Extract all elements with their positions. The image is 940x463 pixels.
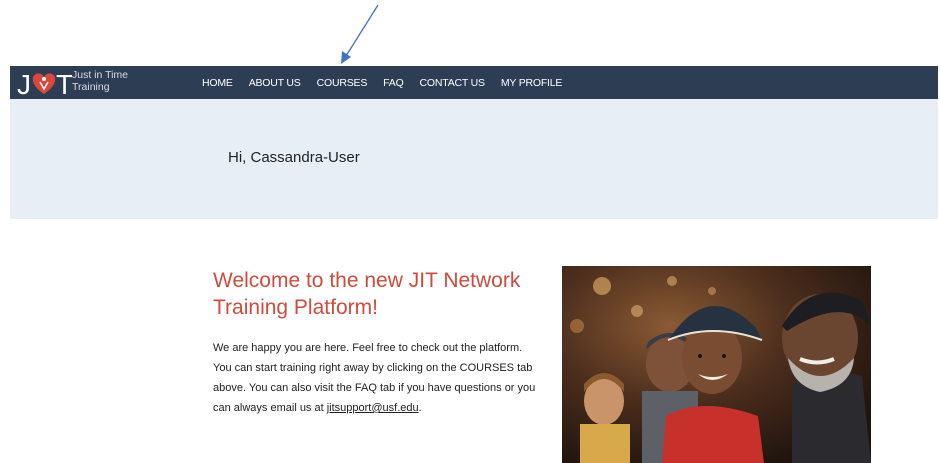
nav-home[interactable]: HOME bbox=[202, 77, 233, 89]
welcome-body-end: . bbox=[418, 402, 422, 414]
nav-about-us[interactable]: ABOUT US bbox=[249, 77, 301, 89]
nav-my-profile[interactable]: MY PROFILE bbox=[501, 77, 563, 89]
brand-name: Just in Time Training bbox=[72, 69, 128, 93]
support-email-link[interactable]: jitsupport@usf.edu bbox=[327, 402, 419, 414]
welcome-title: Welcome to the new JIT Network Training … bbox=[213, 269, 521, 319]
fans-photo-illustration bbox=[562, 266, 871, 463]
hero-photo bbox=[562, 266, 871, 463]
brand-line-1: Just in Time bbox=[72, 69, 129, 81]
main-nav: HOME ABOUT US COURSES FAQ CONTACT US MY … bbox=[202, 66, 578, 99]
nav-contact-us[interactable]: CONTACT US bbox=[420, 77, 485, 89]
brand-line-2: Training bbox=[72, 81, 110, 93]
annotation-arrow bbox=[341, 4, 379, 64]
user-greeting: Hi, Cassandra-User bbox=[228, 149, 360, 166]
greeting-banner: Hi, Cassandra-User bbox=[10, 99, 938, 219]
svg-text:J: J bbox=[17, 69, 31, 98]
nav-courses[interactable]: COURSES bbox=[317, 77, 368, 89]
jit-logo[interactable]: J T bbox=[16, 67, 72, 98]
top-navbar: J T Just in Time Training HOME ABOUT US … bbox=[10, 66, 938, 100]
welcome-text: We are happy you are here. Feel free to … bbox=[213, 338, 543, 418]
nav-faq[interactable]: FAQ bbox=[383, 77, 404, 89]
svg-text:T: T bbox=[56, 69, 72, 98]
